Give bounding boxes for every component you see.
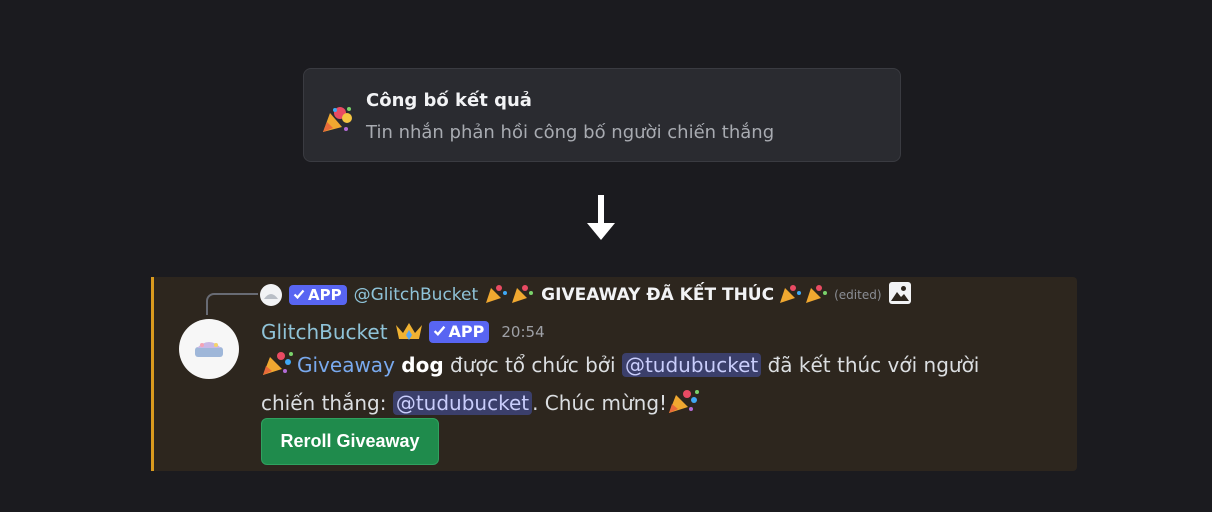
app-badge: APP (428, 321, 490, 343)
crown-icon (394, 321, 424, 343)
party-popper-icon (778, 282, 830, 309)
winner-mention[interactable]: @tudubucket (392, 391, 533, 415)
reply-connector (206, 293, 258, 315)
reply-author[interactable]: @GlitchBucket (354, 285, 479, 305)
reply-preview[interactable]: APP @GlitchBucket GIVEAWAY ĐÃ KẾT THÚC (… (260, 281, 912, 310)
check-icon (293, 286, 305, 304)
author-name[interactable]: GlitchBucket (261, 320, 388, 344)
image-icon[interactable] (888, 281, 912, 310)
message-body: Giveaway dog được tổ chức bởi @tudubucke… (261, 349, 1021, 425)
announce-card: Công bố kết quả Tin nhắn phản hồi công b… (303, 68, 901, 162)
reply-app-badge-label: APP (308, 286, 342, 304)
party-popper-icon (484, 282, 536, 309)
avatar[interactable] (179, 319, 239, 379)
card-subtitle: Tin nhắn phản hồi công bố người chiến th… (366, 122, 775, 143)
reply-text[interactable]: GIVEAWAY ĐÃ KẾT THÚC (541, 285, 774, 305)
message-header: GlitchBucket APP 20:54 (261, 318, 545, 346)
reroll-giveaway-button[interactable]: Reroll Giveaway (261, 418, 439, 465)
reply-app-badge: APP (289, 285, 347, 305)
check-icon (433, 323, 446, 341)
body-text-1: được tổ chức bởi (450, 353, 616, 377)
bot-message: APP @GlitchBucket GIVEAWAY ĐÃ KẾT THÚC (… (151, 277, 1077, 471)
giveaway-link[interactable]: Giveaway (297, 353, 395, 377)
prize-name: dog (401, 353, 444, 377)
party-popper-icon (667, 387, 703, 425)
timestamp: 20:54 (501, 323, 545, 341)
arrow-down-icon (585, 193, 617, 243)
app-badge-label: APP (448, 322, 485, 341)
reply-avatar[interactable] (260, 284, 282, 306)
body-text-3: . Chúc mừng! (532, 391, 668, 415)
edited-label: (edited) (834, 288, 882, 302)
party-popper-icon (320, 105, 354, 135)
host-mention[interactable]: @tudubucket (621, 353, 762, 377)
party-popper-icon (261, 349, 297, 387)
page: Công bố kết quả Tin nhắn phản hồi công b… (0, 0, 1212, 512)
card-title: Công bố kết quả (366, 90, 532, 111)
